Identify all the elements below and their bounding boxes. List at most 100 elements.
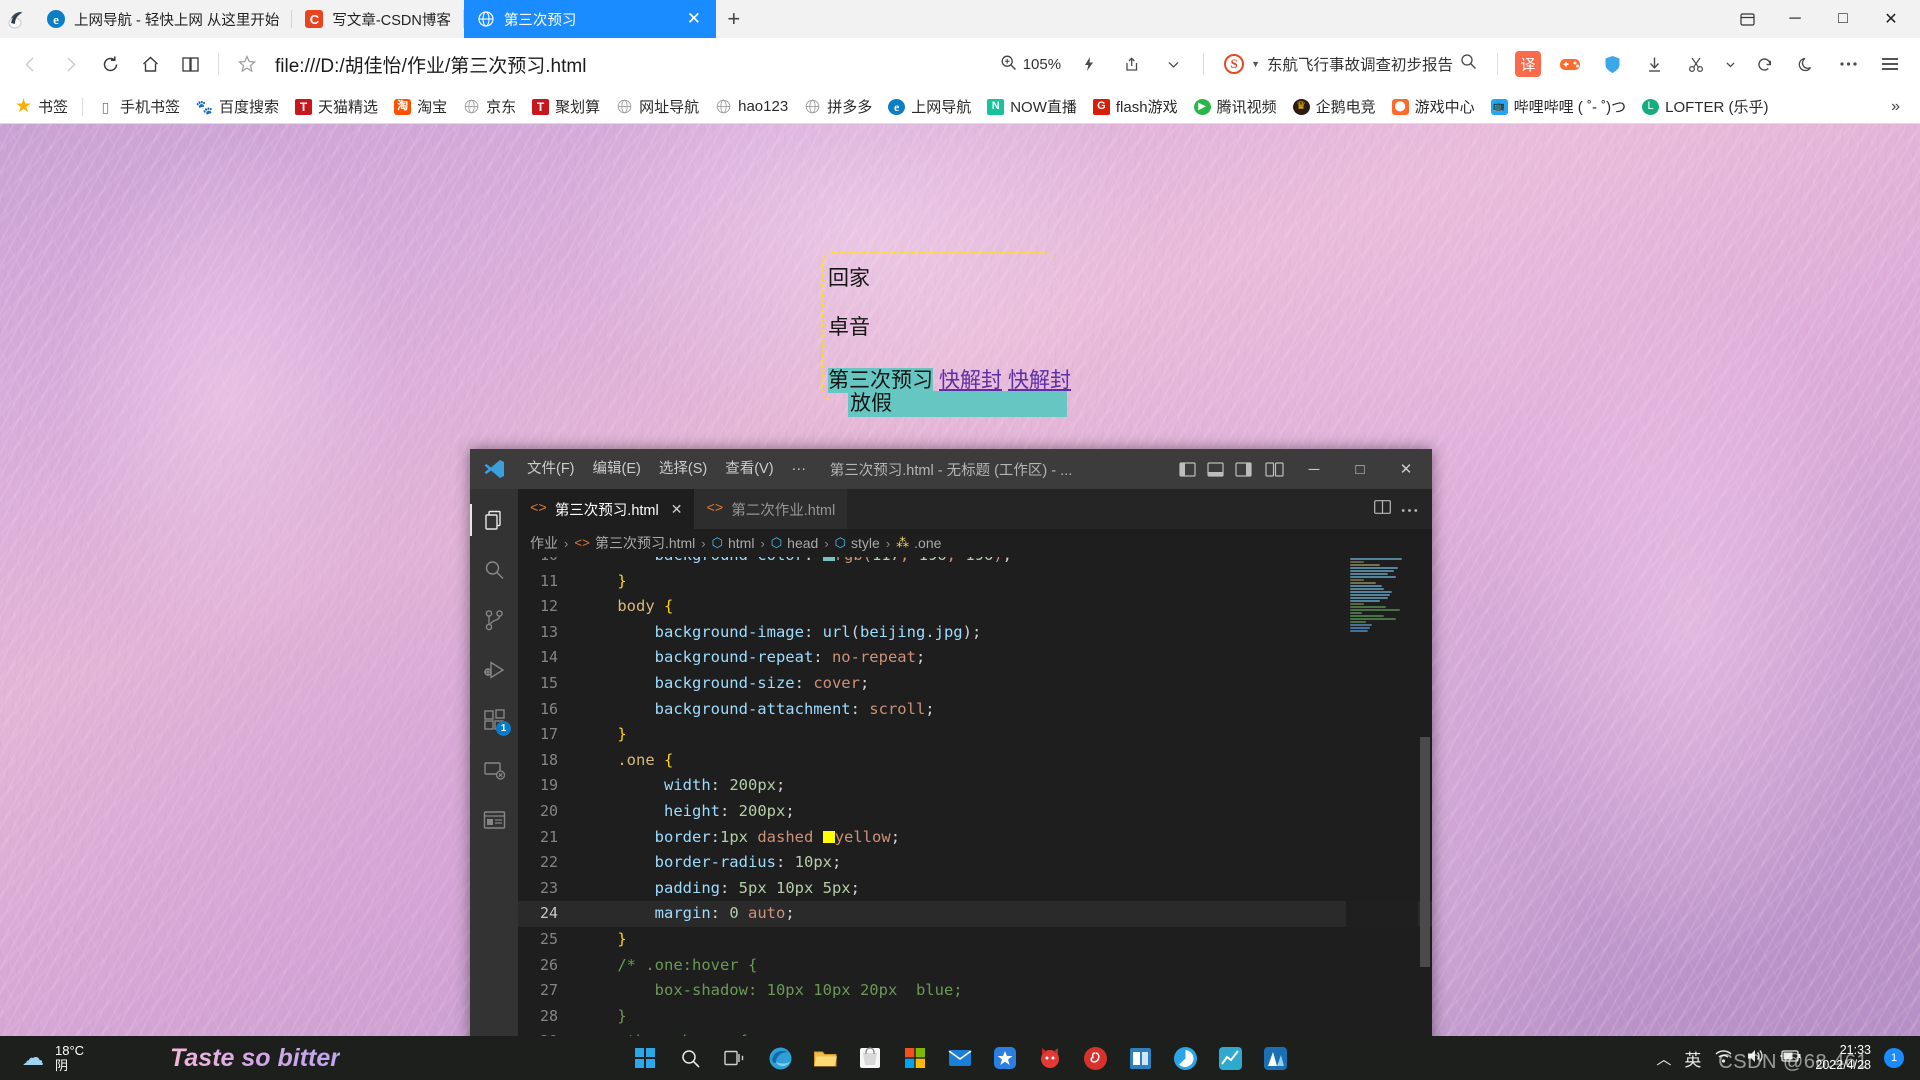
shield-icon[interactable] xyxy=(1592,44,1632,84)
bookmark-item-jd[interactable]: 京东 xyxy=(456,93,523,120)
activity-search-icon[interactable] xyxy=(470,545,518,595)
window-minimize-button[interactable]: ─ xyxy=(1772,0,1818,38)
split-editor-icon[interactable] xyxy=(1258,449,1290,489)
breadcrumb-item-style[interactable]: ⬡ style xyxy=(835,535,880,551)
back-button[interactable] xyxy=(10,44,50,84)
taskbar-clock[interactable]: 21:33 2022/4/28 xyxy=(1815,1043,1871,1073)
activity-explorer-icon[interactable] xyxy=(470,495,518,545)
taskbar-weather-widget[interactable]: ☁ 18°C 阴 xyxy=(0,1043,84,1073)
bookmark-item-now[interactable]: N NOW直播 xyxy=(980,93,1084,120)
netease-music-icon[interactable] xyxy=(1078,1041,1112,1075)
bookmark-item-mobile[interactable]: ▯ 手机书签 xyxy=(90,93,187,120)
bookmark-item-gamecenter[interactable]: ⬤ 游戏中心 xyxy=(1385,93,1482,120)
webpage-link-2[interactable]: 快解封 xyxy=(1008,369,1071,392)
bookmark-item-pdd[interactable]: 拼多多 xyxy=(797,93,879,120)
panel-bottom-icon[interactable] xyxy=(1202,449,1228,489)
vscode-tab-second-file[interactable]: <> 第二次作业.html xyxy=(694,489,848,529)
downloads-icon[interactable] xyxy=(1634,44,1674,84)
webpage-link-1[interactable]: 快解封 xyxy=(939,369,1002,392)
mail-icon[interactable] xyxy=(943,1041,977,1075)
chevron-down-icon[interactable] xyxy=(1718,44,1742,84)
code-line[interactable]: 15 background-size: cover; xyxy=(518,671,1432,697)
code-line[interactable]: 26 /* .one:hover { xyxy=(518,953,1432,979)
bookmark-item-juhuasuan[interactable]: T 聚划算 xyxy=(525,93,607,120)
tab-close-icon[interactable]: ✕ xyxy=(671,501,683,518)
vscode-minimize-button[interactable]: ─ xyxy=(1292,449,1336,489)
code-line[interactable]: 25 } xyxy=(518,927,1432,953)
editor-scrollbar[interactable] xyxy=(1420,737,1430,967)
code-line[interactable]: 17 } xyxy=(518,722,1432,748)
bookmark-item-tmall[interactable]: T 天猫精选 xyxy=(288,93,385,120)
taskbar-search-icon[interactable] xyxy=(673,1041,707,1075)
code-line[interactable]: 14 background-repeat: no-repeat; xyxy=(518,645,1432,671)
code-line[interactable]: 23 padding: 5px 10px 5px; xyxy=(518,876,1432,902)
window-close-button[interactable]: ✕ xyxy=(1868,0,1914,38)
code-line[interactable]: 27 box-shadow: 10px 10px 20px blue; xyxy=(518,978,1432,1004)
home-button[interactable] xyxy=(130,44,170,84)
breadcrumb-item-selector[interactable]: ⁂ .one xyxy=(896,535,941,551)
favorite-star-icon[interactable] xyxy=(227,44,267,84)
breadcrumb-item-file[interactable]: <> 第三次预习.html xyxy=(574,533,695,553)
scissors-icon[interactable] xyxy=(1676,44,1716,84)
code-line[interactable]: 13 background-image: url(beijing.jpg); xyxy=(518,620,1432,646)
bookmarks-overflow-button[interactable]: » xyxy=(1891,98,1912,116)
search-engine-box[interactable]: S ▼ 东航飞行事故调查初步报告 xyxy=(1214,53,1487,75)
browser-tab-1[interactable]: e 上网导航 - 轻快上网 从这里开始 xyxy=(34,0,293,38)
vscode-menu-selection[interactable]: 选择(S) xyxy=(650,449,716,489)
vscode-menu-view[interactable]: 查看(V) xyxy=(716,449,782,489)
code-line[interactable]: 12 body { xyxy=(518,594,1432,620)
fox-icon[interactable] xyxy=(1033,1041,1067,1075)
vscode-maximize-button[interactable]: □ xyxy=(1338,449,1382,489)
microsoft-store-icon[interactable] xyxy=(853,1041,887,1075)
browser-tab-2[interactable]: C 写文章-CSDN博客 xyxy=(292,0,464,38)
bookmark-item-tencent-video[interactable]: ▶ 腾讯视频 xyxy=(1187,93,1284,120)
chevron-down-icon[interactable] xyxy=(1153,44,1193,84)
chevron-down-icon[interactable]: ▼ xyxy=(1251,59,1260,69)
collections-icon[interactable] xyxy=(1724,0,1770,38)
code-line[interactable]: 21 border:1px dashed yellow; xyxy=(518,825,1432,851)
activity-remote-icon[interactable] xyxy=(470,745,518,795)
history-icon[interactable] xyxy=(1744,44,1784,84)
battery-icon[interactable] xyxy=(1778,1049,1802,1067)
vscode-tab-current-file[interactable]: <> 第三次预习.html ✕ xyxy=(518,489,695,529)
activity-source-control-icon[interactable] xyxy=(470,595,518,645)
forward-button[interactable] xyxy=(50,44,90,84)
start-button[interactable] xyxy=(628,1041,662,1075)
code-line[interactable]: 16 background-attachment: scroll; xyxy=(518,697,1432,723)
bookmark-item-favorites[interactable]: ★ 书签 xyxy=(8,93,75,120)
volume-icon[interactable] xyxy=(1746,1048,1765,1068)
browser-tab-3-active[interactable]: 第三次预习 ✕ xyxy=(463,0,716,38)
code-line[interactable]: 18 .one { xyxy=(518,748,1432,774)
game-icon[interactable] xyxy=(1550,44,1590,84)
bookmark-item-taobao[interactable]: 淘 淘宝 xyxy=(387,93,454,120)
code-line[interactable]: 29 .three:hover { xyxy=(518,1029,1432,1036)
vscode-code-editor[interactable]: 10 background-color: rgb(117, 196, 196);… xyxy=(518,557,1432,1036)
vscode-menu-file[interactable]: 文件(F) xyxy=(518,449,584,489)
lightning-icon[interactable] xyxy=(1069,44,1109,84)
star-app-icon[interactable] xyxy=(988,1041,1022,1075)
breadcrumb-item-html[interactable]: ⬡ html xyxy=(712,535,755,551)
file-explorer-icon[interactable] xyxy=(808,1041,842,1075)
office-icon[interactable] xyxy=(898,1041,932,1075)
panel-right-icon[interactable] xyxy=(1230,449,1256,489)
task-view-icon[interactable] xyxy=(718,1041,752,1075)
ime-indicator[interactable]: 英 xyxy=(1684,1046,1701,1071)
window-maximize-button[interactable]: □ xyxy=(1820,0,1866,38)
bookmark-item-baidu[interactable]: 🐾 百度搜索 xyxy=(189,93,286,120)
menu-icon[interactable] xyxy=(1870,44,1910,84)
reading-view-icon[interactable] xyxy=(170,44,210,84)
wifi-icon[interactable] xyxy=(1714,1048,1733,1068)
code-line[interactable]: 19 width: 200px; xyxy=(518,773,1432,799)
bookmark-item-flash[interactable]: G flash游戏 xyxy=(1086,93,1185,120)
code-line[interactable]: 22 border-radius: 10px; xyxy=(518,850,1432,876)
more-actions-icon[interactable] xyxy=(1401,500,1418,518)
panel-left-icon[interactable] xyxy=(1174,449,1200,489)
bookmark-item-hao123[interactable]: hao123 xyxy=(708,95,795,118)
chart-icon[interactable] xyxy=(1213,1041,1247,1075)
breadcrumb-item-head[interactable]: ⬡ head xyxy=(771,535,819,551)
bookmark-item-edge-nav[interactable]: e 上网导航 xyxy=(881,93,978,120)
translate-button[interactable]: 译 xyxy=(1508,44,1548,84)
notification-badge[interactable]: 1 xyxy=(1884,1048,1904,1068)
qq-browser-icon[interactable] xyxy=(1168,1041,1202,1075)
editor-minimap[interactable] xyxy=(1346,557,1418,1036)
